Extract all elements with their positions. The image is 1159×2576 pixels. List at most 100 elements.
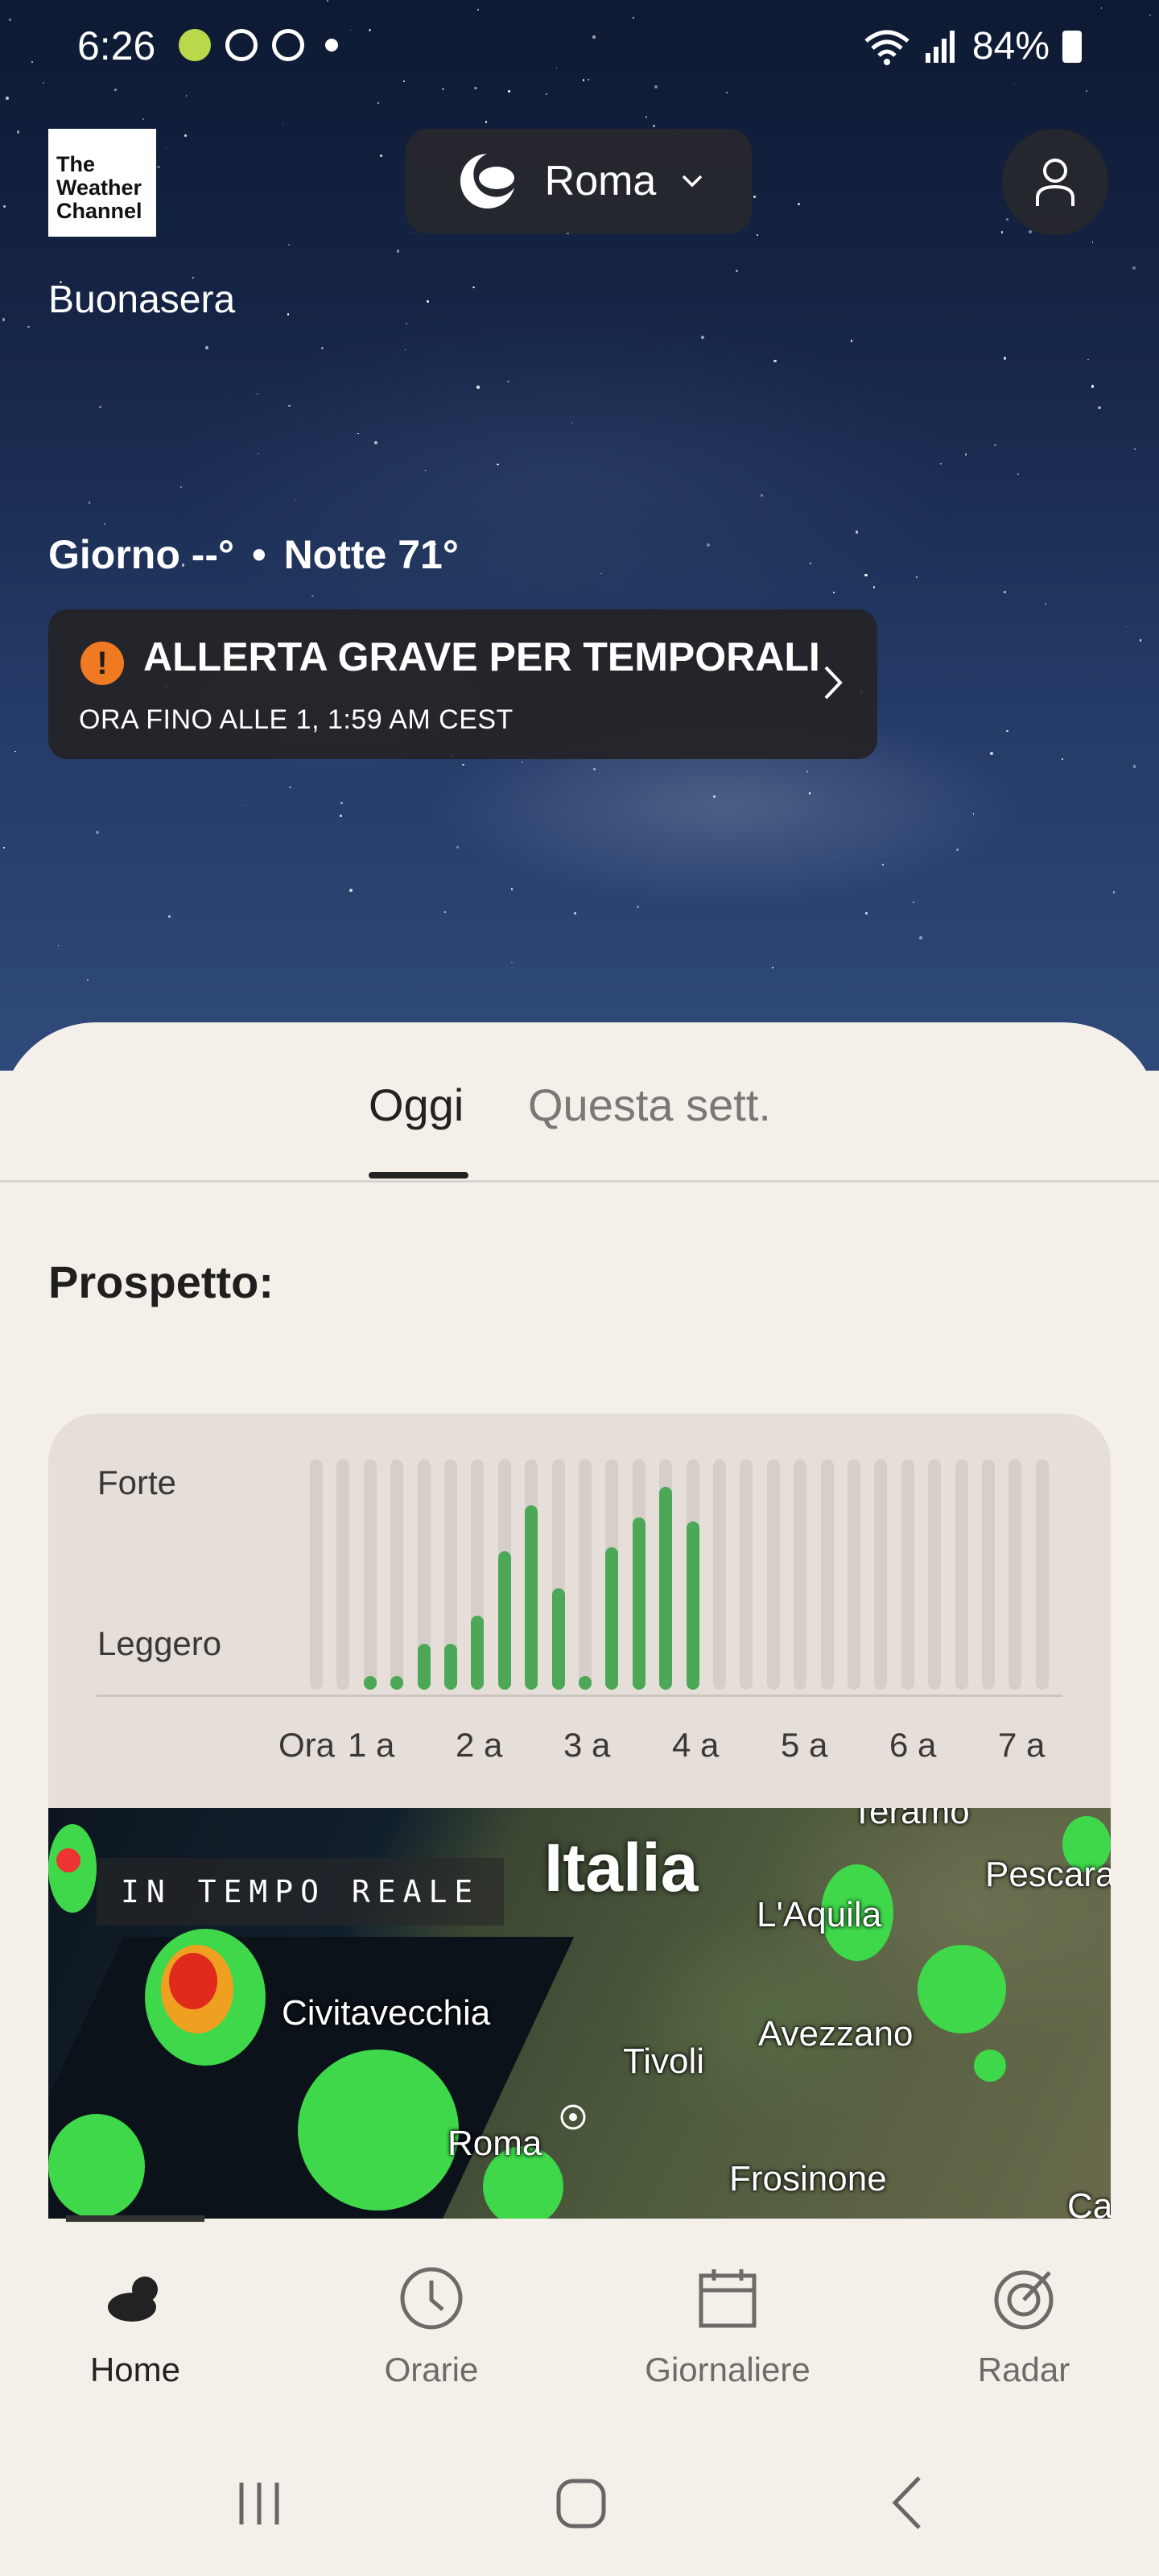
location-selector[interactable]: Roma — [406, 129, 752, 233]
chart-bar — [417, 1643, 431, 1690]
star — [701, 336, 705, 339]
star — [456, 846, 459, 849]
star — [6, 96, 10, 100]
star — [14, 751, 16, 753]
chart-bar-track — [901, 1459, 914, 1690]
chart-bar-track — [955, 1459, 968, 1690]
chart-bar-track — [874, 1459, 888, 1690]
chart-bar-track — [336, 1459, 350, 1690]
star — [955, 848, 959, 851]
star — [507, 380, 509, 383]
star — [142, 118, 144, 120]
star — [707, 543, 710, 547]
star — [88, 502, 91, 505]
star — [560, 461, 562, 463]
star — [1098, 406, 1101, 410]
radar-map-preview[interactable]: IN TEMPO REALE Italia Teramo Pescara L'A… — [48, 1808, 1111, 2219]
star — [571, 422, 573, 423]
nav-radar[interactable]: Radar — [903, 2262, 1145, 2389]
star — [16, 130, 19, 134]
star — [95, 831, 99, 835]
star — [1112, 891, 1116, 894]
star — [396, 249, 400, 253]
more-notifications-icon — [325, 39, 338, 52]
chart-bar — [471, 1616, 485, 1690]
star — [462, 763, 465, 766]
star — [511, 961, 513, 963]
health-notification-icon — [225, 29, 258, 61]
star — [1006, 729, 1008, 732]
rome-location-marker-icon — [560, 2104, 586, 2130]
star — [994, 444, 996, 446]
star — [406, 323, 408, 324]
x-tick-label: 6 a — [889, 1726, 937, 1764]
star — [593, 768, 596, 771]
star — [1087, 358, 1089, 361]
severe-weather-alert[interactable]: ! ALLERTA GRAVE PER TEMPORALI ORA FINO A… — [48, 609, 877, 759]
star — [2, 317, 6, 321]
nav-giornaliere[interactable]: Giornaliere — [607, 2262, 848, 2389]
star — [472, 286, 476, 289]
star — [288, 244, 291, 246]
chart-bar-track — [713, 1459, 726, 1690]
wifi-icon — [864, 30, 909, 65]
star — [424, 469, 426, 471]
chart-bar — [551, 1588, 565, 1690]
notification-icons — [179, 29, 338, 61]
star — [3, 847, 5, 848]
star — [990, 752, 994, 755]
clock-icon — [400, 2267, 463, 2330]
chart-bar — [390, 1675, 404, 1690]
tab-oggi[interactable]: Oggi — [369, 1079, 464, 1131]
star — [3, 204, 6, 208]
x-tick-label: 3 a — [563, 1726, 611, 1764]
chart-bar-track — [794, 1459, 807, 1690]
star — [1017, 473, 1019, 476]
profile-button[interactable] — [1002, 129, 1108, 235]
star — [1132, 765, 1136, 768]
logo-line-3: Channel — [56, 199, 142, 223]
alert-title: ALLERTA GRAVE PER TEMPORALI — [143, 634, 820, 679]
chart-bar-track — [1035, 1459, 1049, 1690]
star — [1005, 217, 1008, 221]
chart-bar — [525, 1505, 538, 1690]
app-notification-icon — [179, 29, 211, 61]
radar-echo — [48, 2114, 145, 2219]
recent-apps-icon[interactable] — [235, 2479, 283, 2528]
home-icon[interactable] — [555, 2478, 607, 2529]
nav-home[interactable]: Home — [14, 2262, 256, 2389]
star — [444, 911, 447, 914]
star — [810, 562, 812, 564]
star — [1132, 266, 1136, 270]
chart-bar-track — [579, 1459, 592, 1690]
star — [600, 572, 603, 575]
tab-questa-settimana[interactable]: Questa sett. — [528, 1079, 771, 1131]
precipitation-chart[interactable]: Forte Leggero Ora 1 a 2 a 3 a 4 a 5 a 6 a 7 a — [48, 1414, 1111, 1808]
weather-channel-logo[interactable]: The Weather Channel — [48, 129, 156, 237]
radar-icon — [994, 2270, 1054, 2330]
system-navigation-bar — [0, 2415, 1159, 2576]
chart-bar-track — [740, 1459, 753, 1690]
map-country-label: Italia — [544, 1830, 699, 1905]
star — [157, 165, 160, 169]
star — [104, 522, 106, 525]
star — [340, 815, 343, 818]
map-city-label: Teramo — [852, 1808, 970, 1831]
alert-subtitle: ORA FINO ALLE 1, 1:59 AM CEST — [79, 704, 514, 735]
back-icon[interactable] — [889, 2475, 924, 2531]
map-city-label: Avezzano — [758, 2014, 914, 2054]
map-city-label: Tivoli — [623, 2041, 705, 2081]
star — [1062, 758, 1064, 761]
nav-orarie[interactable]: Orarie — [311, 2262, 552, 2389]
chart-bar — [363, 1675, 377, 1690]
star — [380, 154, 383, 157]
star — [295, 499, 297, 501]
realtime-badge: IN TEMPO REALE — [97, 1858, 505, 1926]
star — [510, 888, 514, 890]
sync-notification-icon — [272, 29, 304, 61]
map-city-label: Frosinone — [729, 2159, 887, 2198]
star — [882, 863, 885, 865]
star — [645, 116, 648, 118]
radar-echo — [298, 2050, 459, 2211]
star — [476, 386, 480, 389]
